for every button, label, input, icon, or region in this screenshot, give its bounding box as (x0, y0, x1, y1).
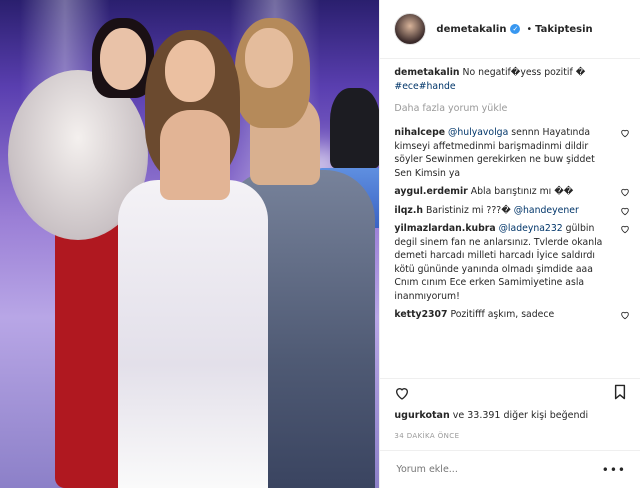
comment-username[interactable]: ketty2307 (394, 309, 447, 320)
caption: demetakalin No negatif�yess pozitif � #e… (394, 66, 630, 93)
comments-list: demetakalin No negatif�yess pozitif � #e… (394, 66, 630, 376)
action-bar (380, 378, 640, 407)
like-comment-heart-icon[interactable] (620, 310, 630, 320)
comment-username[interactable]: ilqz.h (394, 205, 423, 216)
comment-username[interactable]: yilmazlardan.kubra (394, 223, 495, 234)
instagram-post: demetakalin ✓ • Takiptesin demetakalin N… (0, 0, 640, 488)
following-button[interactable]: Takiptesin (535, 24, 593, 35)
like-comment-heart-icon[interactable] (620, 206, 630, 216)
comment-mention[interactable]: @ladeyna232 (499, 223, 563, 234)
comment-text: Pozitifff aşkım, sadece (450, 309, 555, 320)
bookmark-icon[interactable] (614, 384, 626, 400)
header-username[interactable]: demetakalin (436, 24, 506, 35)
bride-body (160, 110, 230, 200)
verified-badge-icon: ✓ (510, 24, 521, 34)
comment: nihalcepe @hulyavolga sennn Hayatında ki… (394, 126, 630, 180)
like-comment-heart-icon[interactable] (620, 128, 630, 138)
comment: yilmazlardan.kubra @ladeyna232 gülbin de… (394, 222, 630, 303)
avatar[interactable] (394, 13, 427, 45)
like-comment-heart-icon[interactable] (620, 187, 630, 197)
comment-username[interactable]: nihalcepe (394, 127, 445, 138)
woman-right-face (245, 28, 293, 88)
post-photo[interactable] (0, 0, 380, 488)
add-comment-bar: ••• (380, 450, 640, 488)
comment-text: Baristiniz mi ???� (425, 204, 514, 216)
post-timestamp[interactable]: 34 DAKİKA ÖNCE (394, 432, 459, 440)
comment-input[interactable] (394, 463, 599, 476)
load-more-comments[interactable]: Daha fazla yorum yükle (394, 103, 630, 114)
likes-summary: ugurkotan ve 33.391 diğer kişi beğendi (394, 410, 588, 421)
comment-mention[interactable]: @handeyener (514, 205, 579, 216)
bride-face (165, 40, 215, 102)
background-person (330, 88, 380, 168)
comment: ketty2307 Pozitifff aşkım, sadece (394, 308, 630, 322)
more-options-icon[interactable]: ••• (602, 463, 626, 477)
like-heart-icon[interactable] (394, 385, 410, 401)
separator: • (526, 23, 533, 35)
comment: ilqz.h Baristiniz mi ???� @handeyener (394, 204, 630, 218)
caption-hashtags[interactable]: #ece#hande (394, 81, 455, 92)
woman-left-face (100, 28, 146, 90)
post-sidebar: demetakalin ✓ • Takiptesin demetakalin N… (379, 0, 640, 488)
likes-first-user[interactable]: ugurkotan (394, 410, 449, 421)
comment: aygul.erdemir Abla barıştınız mı �� (394, 185, 630, 199)
post-header: demetakalin ✓ • Takiptesin (380, 0, 640, 59)
comment-username[interactable]: aygul.erdemir (394, 186, 467, 197)
bride-dress (118, 180, 268, 488)
comment-text: gülbin degil sinem fan ne anlarsınız. Tv… (394, 223, 603, 302)
caption-text: No negatif�yess pozitif � (462, 67, 586, 78)
comment-mention[interactable]: @hulyavolga (448, 127, 508, 138)
caption-username[interactable]: demetakalin (394, 67, 459, 78)
comment-text: Abla barıştınız mı �� (470, 186, 574, 197)
like-comment-heart-icon[interactable] (620, 224, 630, 234)
likes-rest[interactable]: ve 33.391 diğer kişi beğendi (450, 410, 588, 421)
